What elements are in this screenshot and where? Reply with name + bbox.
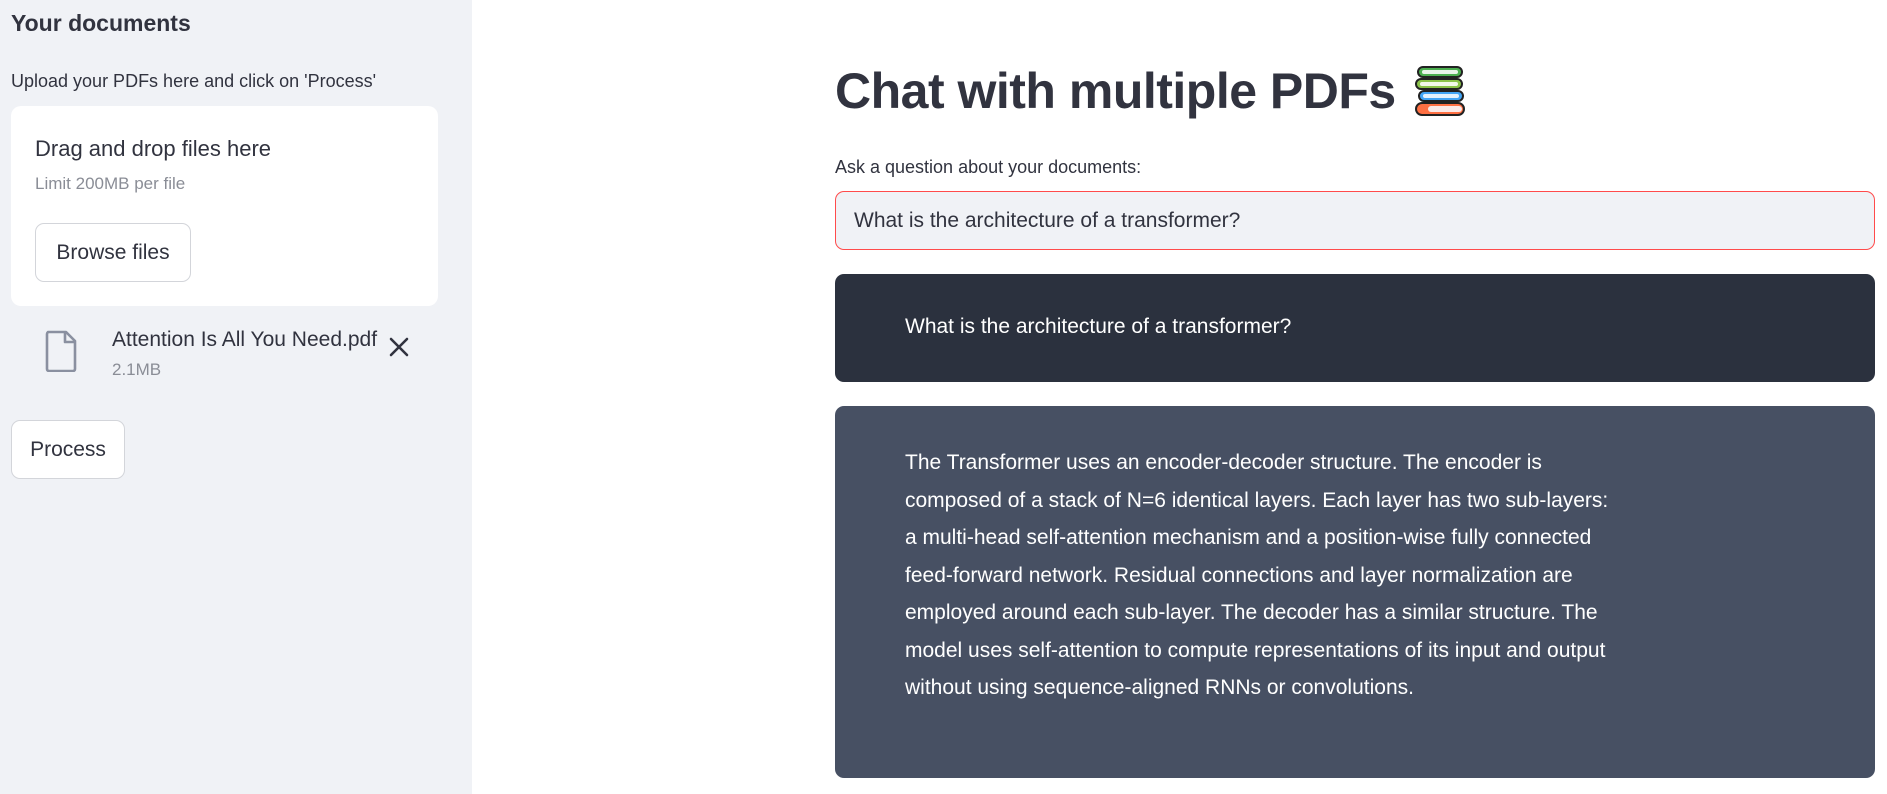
browse-files-button[interactable]: Browse files: [35, 223, 191, 282]
title-row: Chat with multiple PDFs: [835, 62, 1468, 120]
dropzone-title: Drag and drop files here: [35, 136, 272, 161]
remove-file-button[interactable]: [384, 332, 414, 362]
books-icon: [1412, 63, 1468, 119]
file-dropzone[interactable]: Drag and drop files here Limit 200MB per…: [11, 106, 438, 306]
sidebar: Your documents Upload your PDFs here and…: [0, 0, 472, 794]
sidebar-title: Your documents: [11, 10, 191, 36]
main-content: Chat with multiple PDFs Ask a question a…: [472, 0, 1887, 794]
question-input[interactable]: [835, 191, 1875, 250]
user-message: What is the architecture of a transforme…: [835, 274, 1875, 382]
user-message-text: What is the architecture of a transforme…: [905, 315, 1292, 338]
bot-message: The Transformer uses an encoder-decoder …: [835, 406, 1875, 778]
process-button[interactable]: Process: [11, 420, 125, 479]
close-icon: [389, 337, 409, 357]
file-size: 2.1MB: [112, 360, 162, 379]
question-label: Ask a question about your documents:: [835, 157, 1142, 177]
file-name: Attention Is All You Need.pdf: [112, 328, 378, 351]
file-icon: [44, 330, 78, 373]
upload-hint: Upload your PDFs here and click on 'Proc…: [11, 71, 377, 91]
page-title: Chat with multiple PDFs: [835, 63, 1396, 119]
bot-message-text: The Transformer uses an encoder-decoder …: [905, 451, 1609, 699]
dropzone-limit: Limit 200MB per file: [35, 174, 186, 193]
uploaded-file-item: Attention Is All You Need.pdf 2.1MB: [44, 322, 424, 384]
